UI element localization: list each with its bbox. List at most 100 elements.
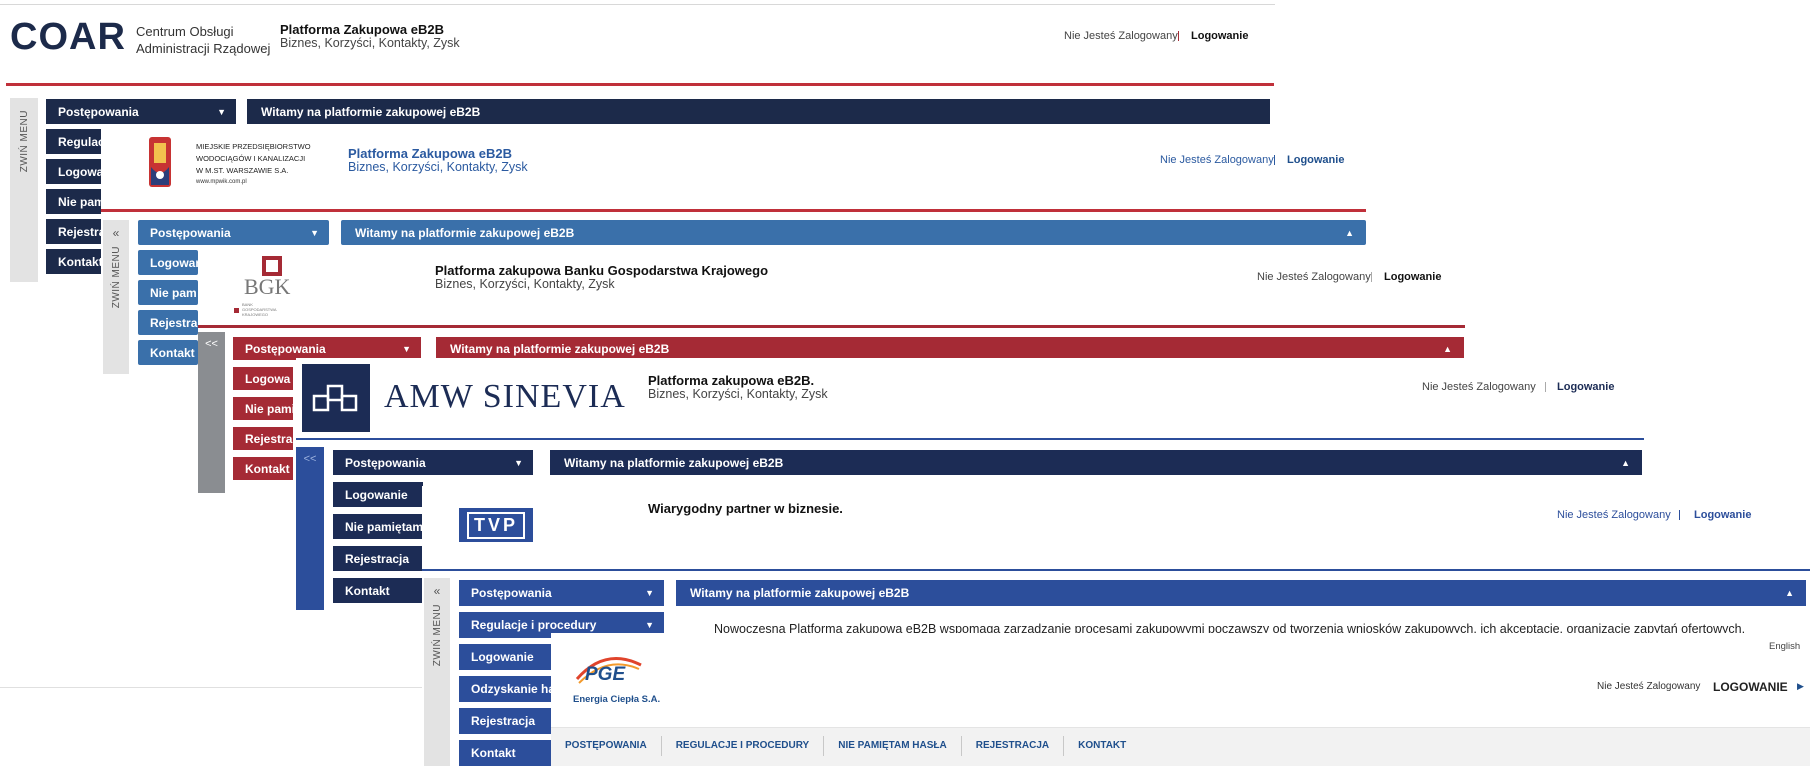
amw-welcome-label: Witamy na platformie zakupowej eB2B <box>564 455 784 470</box>
bgk-login-status: Nie Jesteś Zalogowany <box>1257 271 1371 283</box>
mpwik-welcome-bar[interactable]: Witamy na platformie zakupowej eB2B ▲ <box>341 220 1366 245</box>
chevron-down-icon: ▼ <box>645 588 654 598</box>
mpwik-menu-logowanie-label: Logowan <box>150 255 198 270</box>
mpwik-collapse-strip[interactable]: « ZWIŃ MENU <box>103 220 129 374</box>
mpwik-menu-logowanie[interactable]: Logowan <box>138 250 198 275</box>
amw-menu-rejestracja-label: Rejestracja <box>345 551 410 566</box>
bgk-menu-postepowania-label: Postępowania <box>245 341 326 356</box>
mpwik-org-line2: WODOCIĄGÓW I KANALIZACJI <box>196 154 306 163</box>
pge-nav-regulacje[interactable]: REGULACJE I PROCEDURY <box>662 736 825 756</box>
pge-nav-rejestracja[interactable]: REJESTRACJA <box>962 736 1065 756</box>
mpwik-menu-postepowania[interactable]: Postępowania ▼ <box>138 220 329 245</box>
coar-menu-rejestracja-label: Rejestra <box>58 224 106 239</box>
bgk-logo-dot-icon <box>234 308 239 313</box>
mpwik-collapse-label: ZWIŃ MENU <box>110 246 122 309</box>
coar-collapse-label: ZWIŃ MENU <box>18 110 30 173</box>
pge-logo-text: PGE <box>585 664 626 685</box>
tvp-welcome-bar[interactable]: Witamy na platformie zakupowej eB2B ▲ <box>676 580 1806 606</box>
tvp-welcome-label: Witamy na platformie zakupowej eB2B <box>690 586 910 600</box>
coar-welcome-bar[interactable]: Witamy na platformie zakupowej eB2B <box>247 99 1270 124</box>
amw-header-rule <box>296 438 1644 440</box>
bgk-welcome-label: Witamy na platformie zakupowej eB2B <box>450 341 670 356</box>
tvp-login-link[interactable]: Logowanie <box>1694 509 1751 521</box>
amw-menu-kontakt[interactable]: Kontakt <box>333 578 423 603</box>
coar-menu-kontakt[interactable]: Kontakt <box>46 249 106 274</box>
mpwik-login-link[interactable]: Logowanie <box>1287 154 1344 166</box>
pge-panel: English PGE Energia Ciepła S.A. Nie Jest… <box>551 633 1810 766</box>
amw-menu-logowanie[interactable]: Logowanie <box>333 482 423 507</box>
amw-welcome-bar[interactable]: Witamy na platformie zakupowej eB2B ▲ <box>550 450 1642 475</box>
coar-menu-rejestracja[interactable]: Rejestra <box>46 219 106 244</box>
pge-login-status: Nie Jesteś Zalogowany <box>1597 681 1701 692</box>
bgk-login-link[interactable]: Logowanie <box>1384 271 1441 283</box>
bgk-menu-kontakt[interactable]: Kontakt <box>233 457 293 480</box>
bgk-collapse-chevron-icon: << <box>205 338 218 350</box>
chevron-up-icon: ▲ <box>1443 343 1452 354</box>
bgk-menu-kontakt-label: Kontakt <box>245 461 290 476</box>
bgk-subtitle: Biznes, Korzyści, Kontakty, Zysk <box>435 277 615 291</box>
coar-menu-logowanie-label: Logowa <box>58 164 104 179</box>
mpwik-menu-kontakt[interactable]: Kontakt <box>138 340 198 365</box>
mpwik-org-line3: W M.ST. WARSZAWIE S.A. <box>196 166 289 175</box>
double-chevron-left-icon: « <box>112 226 120 240</box>
amw-subtitle: Biznes, Korzyści, Kontakty, Zysk <box>648 387 828 401</box>
amw-menu-logowanie-label: Logowanie <box>345 487 408 502</box>
coar-menu-regulacje[interactable]: Regulac <box>46 129 106 154</box>
amw-page-title: Platforma zakupowa eB2B. <box>648 373 815 388</box>
bgk-menu-postepowania[interactable]: Postępowania ▼ <box>233 337 421 360</box>
tvp-menu-odzyskanie-label: Odzyskanie ha <box>471 682 554 696</box>
coar-login-link[interactable]: Logowanie <box>1191 30 1248 42</box>
tvp-menu-logowanie-label: Logowanie <box>471 650 534 664</box>
bgk-page-title: Platforma zakupowa Banku Gospodarstwa Kr… <box>435 263 769 278</box>
coar-welcome-label: Witamy na platformie zakupowej eB2B <box>261 104 481 119</box>
coar-org-line1: Centrum Obsługi <box>136 24 234 39</box>
mpwik-menu-nie-pamietam[interactable]: Nie pam <box>138 280 198 305</box>
bgk-menu-rejestracja[interactable]: Rejestra <box>233 427 293 450</box>
pge-nav-nie-pamietam[interactable]: NIE PAMIĘTAM HASŁA <box>824 736 962 756</box>
mpwik-crest-icon <box>145 133 175 195</box>
tvp-collapse-strip[interactable]: « ZWIŃ MENU <box>424 578 450 766</box>
bgk-logo-sub: BANK GOSPODARSTWA KRAJOWEGO <box>242 302 277 317</box>
coar-menu-postepowania[interactable]: Postępowania ▼ <box>46 99 236 124</box>
bgk-collapse-strip[interactable]: << <box>198 332 225 493</box>
tvp-menu-kontakt[interactable]: Kontakt <box>459 740 554 766</box>
chevron-down-icon: ▼ <box>514 457 523 468</box>
amw-menu-nie-pamietam[interactable]: Nie pamiętam <box>333 514 423 539</box>
mpwik-menu-rejestracja[interactable]: Rejestra <box>138 310 198 335</box>
mpwik-menu-nie-pamietam-label: Nie pam <box>150 285 197 300</box>
coar-subtitle: Biznes, Korzyści, Kontakty, Zysk <box>280 36 460 50</box>
tvp-header-rule <box>422 569 1810 571</box>
amw-menu-rejestracja[interactable]: Rejestracja <box>333 546 423 571</box>
tvp-menu-odzyskanie[interactable]: Odzyskanie ha <box>459 676 554 702</box>
chevron-up-icon: ▲ <box>1785 588 1794 598</box>
amw-login-status: Nie Jesteś Zalogowany <box>1422 381 1536 393</box>
triangle-right-icon: ▶ <box>1797 681 1804 691</box>
coar-collapse-strip[interactable]: ZWIŃ MENU <box>10 98 38 282</box>
chevron-down-icon: ▼ <box>310 227 319 238</box>
coar-menu-nie-pamietam[interactable]: Nie pam <box>46 189 106 214</box>
amw-login-link[interactable]: Logowanie <box>1557 381 1614 393</box>
bgk-menu-nie-pamietam[interactable]: Nie pami <box>233 397 293 420</box>
pge-login-link[interactable]: LOGOWANIE <box>1713 680 1788 694</box>
coar-top-rule <box>0 4 1275 5</box>
amw-menu-postepowania[interactable]: Postępowania ▼ <box>333 450 533 475</box>
mpwik-login-sep <box>1274 155 1275 165</box>
bgk-menu-rejestracja-label: Rejestra <box>245 431 293 446</box>
bgk-menu-nie-pamietam-label: Nie pami <box>245 401 293 416</box>
tvp-menu-rejestracja-label: Rejestracja <box>471 714 536 728</box>
tvp-menu-postepowania[interactable]: Postępowania ▼ <box>459 580 664 606</box>
mpwik-menu-rejestracja-label: Rejestra <box>150 315 198 330</box>
amw-collapse-strip[interactable]: << <box>296 447 324 610</box>
coar-menu-logowanie[interactable]: Logowa <box>46 159 106 184</box>
bgk-welcome-bar-main[interactable]: Witamy na platformie zakupowej eB2B ▲ <box>436 337 1464 360</box>
bgk-menu-logowanie[interactable]: Logowa <box>233 367 293 390</box>
pge-nav-postepowania[interactable]: POSTĘPOWANIA <box>551 736 662 756</box>
tvp-menu-rejestracja[interactable]: Rejestracja <box>459 708 554 734</box>
chevron-down-icon: ▼ <box>645 620 654 630</box>
tvp-collapse-label: ZWIŃ MENU <box>431 604 443 667</box>
pge-language-link[interactable]: English <box>1769 641 1800 652</box>
stage: COAR Centrum Obsługi Administracji Rządo… <box>0 0 1810 766</box>
amw-logo-mark-icon <box>302 364 370 432</box>
pge-nav-kontakt[interactable]: KONTAKT <box>1064 736 1140 756</box>
tvp-menu-logowanie[interactable]: Logowanie <box>459 644 554 670</box>
